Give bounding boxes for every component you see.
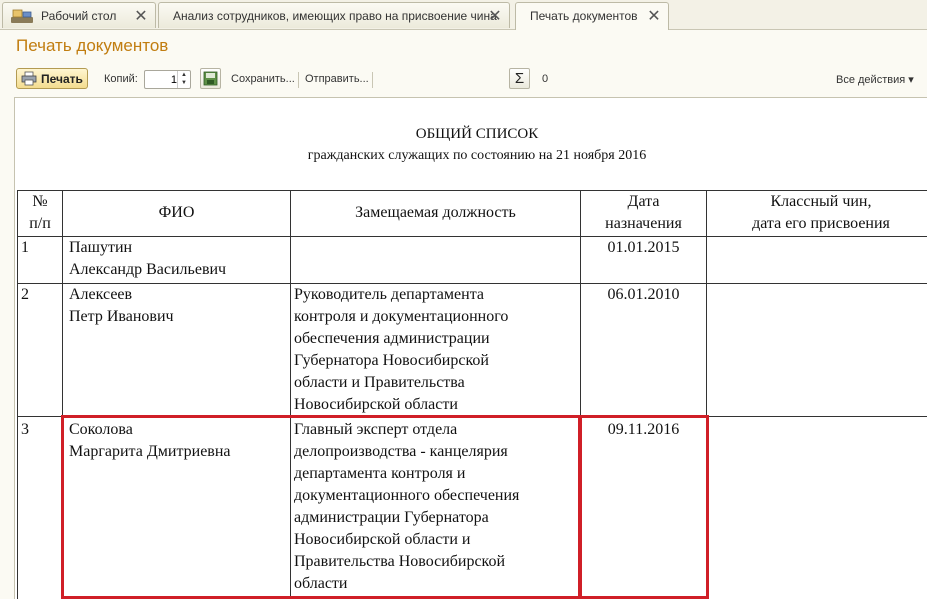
row-number: 3 <box>21 421 29 438</box>
tab-desktop[interactable]: Рабочий стол ✕ <box>2 2 156 28</box>
tab-print-documents[interactable]: Печать документов ✕ <box>515 2 669 30</box>
tab-label: Анализ сотрудников, имеющих право на при… <box>173 9 497 23</box>
row-position: Руководитель департамента контроля и док… <box>294 286 509 413</box>
save-link[interactable]: Сохранить... <box>231 73 295 85</box>
printer-icon <box>21 71 37 86</box>
column-header-position: Замещаемая должность <box>355 204 516 221</box>
tab-employee-analysis[interactable]: Анализ сотрудников, имеющих право на при… <box>158 2 510 28</box>
tab-label: Рабочий стол <box>41 9 117 23</box>
column-header-rank: Классный чин, дата его присвоения <box>752 193 890 232</box>
row-fio: Алексеев Петр Иванович <box>69 286 174 325</box>
sum-button[interactable]: Σ <box>509 68 530 89</box>
print-preview[interactable]: ОБЩИЙ СПИСОК гражданских служащих по сос… <box>14 97 927 599</box>
row-number: 1 <box>21 239 29 256</box>
row-date: 01.01.2015 <box>607 239 680 256</box>
column-header-number: № п/п <box>29 193 51 232</box>
toolbar-divider <box>372 72 373 88</box>
home-desk-icon <box>11 9 33 23</box>
document-subheading: гражданских служащих по состоянию на 21 … <box>307 148 647 163</box>
tab-close-icon[interactable]: ✕ <box>646 6 662 25</box>
copies-stepper[interactable]: ▲▼ <box>144 70 191 89</box>
copies-input[interactable] <box>145 71 179 88</box>
print-button[interactable]: Печать <box>16 68 88 89</box>
copies-label: Копий: <box>104 73 138 85</box>
save-settings-icon <box>203 71 218 86</box>
toolbar-divider <box>298 72 299 88</box>
highlight-box-fio-position <box>61 415 581 599</box>
column-header-fio: ФИО <box>158 204 195 221</box>
tab-close-icon[interactable]: ✕ <box>487 6 503 25</box>
sigma-icon: Σ <box>514 70 525 87</box>
tab-label: Печать документов <box>530 9 638 23</box>
tab-bar: Рабочий стол ✕ Анализ сотрудников, имеющ… <box>0 0 927 30</box>
table-border <box>17 190 18 599</box>
send-link[interactable]: Отправить... <box>305 73 369 85</box>
highlight-box-date <box>579 415 709 599</box>
spin-arrows-icon[interactable]: ▲ ▼ <box>177 71 190 88</box>
column-header-date: Дата назначения <box>605 193 682 232</box>
document-heading: ОБЩИЙ СПИСОК <box>415 126 539 142</box>
all-actions-menu[interactable]: Все действия ▾ <box>836 73 914 86</box>
row-number: 2 <box>21 286 29 303</box>
save-settings-button[interactable] <box>200 68 221 89</box>
tab-close-icon[interactable]: ✕ <box>133 6 149 25</box>
row-fio: Пашутин Александр Васильевич <box>69 239 227 278</box>
print-button-label: Печать <box>41 72 83 86</box>
row-date: 06.01.2010 <box>607 286 680 303</box>
page-title: Печать документов <box>16 36 169 55</box>
sum-value: 0 <box>542 73 549 85</box>
